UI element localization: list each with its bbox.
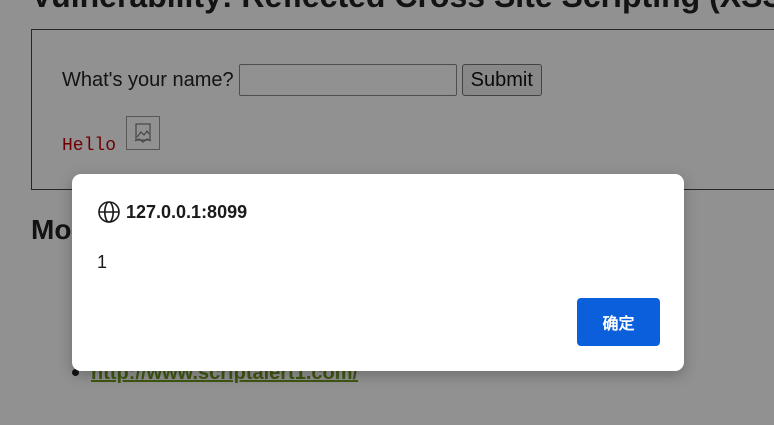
globe-icon <box>97 200 121 224</box>
dialog-message: 1 <box>97 252 108 272</box>
ok-button[interactable]: 确定 <box>577 298 660 346</box>
dialog-origin: 127.0.0.1:8099 <box>126 201 248 222</box>
dialog-header: 127.0.0.1:8099 <box>97 200 247 224</box>
alert-dialog: 127.0.0.1:8099 1 确定 <box>72 174 684 371</box>
